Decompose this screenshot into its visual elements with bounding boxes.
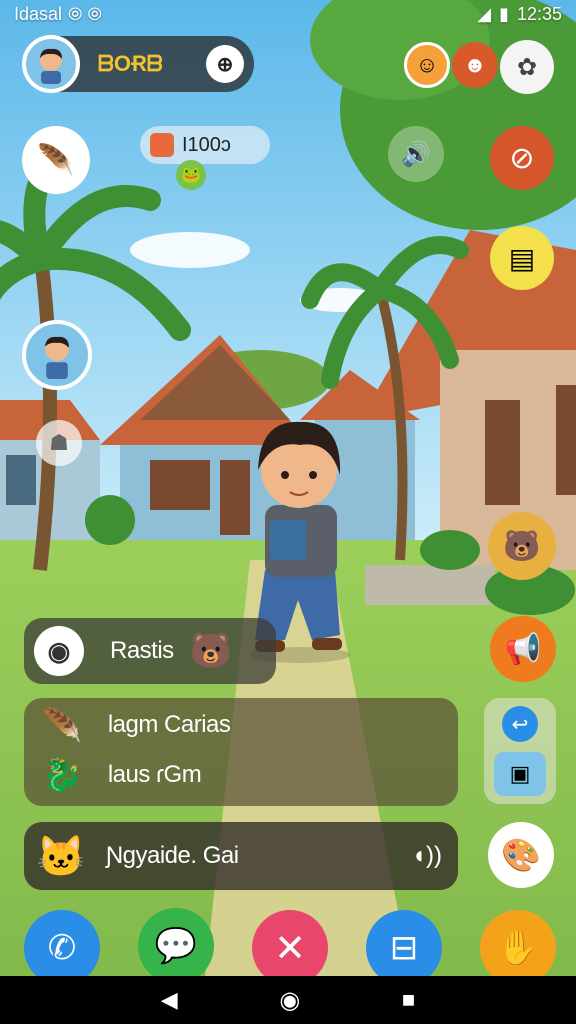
back-arrow-icon[interactable]: ↩ [502, 706, 538, 742]
signal-icon: ◢ [477, 3, 492, 24]
recents-icon[interactable]: ■ [402, 987, 415, 1013]
player-bar[interactable]: 🐱 Ɲgyaide. Gai ◖)) [24, 822, 458, 890]
emoji-face-icon[interactable]: ☺ [404, 42, 450, 88]
megaphone-icon[interactable]: 📢 [490, 616, 556, 682]
audio-wave-icon[interactable]: ◖)) [412, 842, 442, 870]
notification-count: I100ɔ [182, 133, 231, 156]
menu-item-label: Ɩagm Carias [107, 711, 231, 738]
inventory-button[interactable]: ⊟ [366, 910, 442, 986]
home-icon[interactable]: ◉ [279, 986, 300, 1015]
ghost-pet-icon[interactable]: ☗ [36, 420, 82, 466]
system-nav-bar: ◀ ◉ ■ [0, 976, 576, 1024]
settings-icon[interactable]: ✿ [500, 40, 554, 94]
player-avatar[interactable] [22, 35, 80, 93]
clock: 12:35 [516, 3, 562, 24]
menu-item-dragon[interactable]: 🐉 Ɩaus ɾGm [42, 756, 202, 794]
palette-icon[interactable]: 🎨 [488, 822, 554, 888]
bear-pet-icon[interactable]: 🐻 [488, 512, 556, 580]
add-currency-button[interactable]: ⊕ [206, 45, 244, 83]
status-left-text: Idasal [14, 3, 63, 24]
camera-icon[interactable]: ▣ [494, 752, 546, 796]
card-collection-icon[interactable]: ▤ [490, 226, 554, 290]
shop-button[interactable]: ✋ [480, 910, 556, 986]
back-icon[interactable]: ◀ [161, 987, 178, 1013]
chat-bubble-icon: ◉ [34, 626, 84, 676]
feather-icon: 🪶 [42, 707, 82, 743]
dragon-icon: 🐉 [42, 757, 82, 793]
tools-button[interactable]: ✕ [252, 910, 328, 986]
battery-icon: ▮ [499, 3, 509, 24]
menu-item-feather[interactable]: 🪶 Ɩagm Carias [42, 706, 231, 744]
feather-quest-icon[interactable]: 🪶 [22, 126, 90, 194]
friend-portrait-icon[interactable] [22, 320, 92, 390]
sound-toggle-icon[interactable]: 🔊 [388, 126, 444, 182]
currency-value: ᗷOɌᗷ [98, 51, 163, 76]
menu-item-label: Ɩaus ɾGm [107, 761, 202, 788]
status-bar: Idasal ⦾ ⦾ ◢ ▮ 12:35 [0, 0, 576, 28]
profile-bar[interactable]: ᗷOɌᗷ ⊕ [22, 35, 254, 93]
notification-icon: ⦾ ⦾ [68, 3, 102, 24]
compass-icon[interactable]: ⊘ [490, 126, 554, 190]
notification-bubble[interactable]: I100ɔ [140, 126, 270, 164]
cat-avatar-icon: 🐱 [36, 834, 86, 879]
player-bar-label: Ɲgyaide. Gai [105, 842, 239, 869]
phone-button[interactable]: ✆ [24, 910, 100, 986]
alert-icon [150, 133, 174, 157]
chat-item-label: Rastis [110, 637, 174, 664]
frog-badge-icon: 🐸 [176, 160, 206, 190]
bear-sticker-icon: 🐻 [189, 632, 233, 670]
friend-avatar-icon[interactable]: ☻ [452, 42, 498, 88]
menu-panel: 🪶 Ɩagm Carias 🐉 Ɩaus ɾGm [24, 698, 458, 806]
side-tools-panel: ↩ ▣ [484, 698, 556, 804]
chat-item[interactable]: ◉ Rastis 🐻 [24, 618, 276, 684]
message-button[interactable]: 💬 [138, 908, 214, 984]
